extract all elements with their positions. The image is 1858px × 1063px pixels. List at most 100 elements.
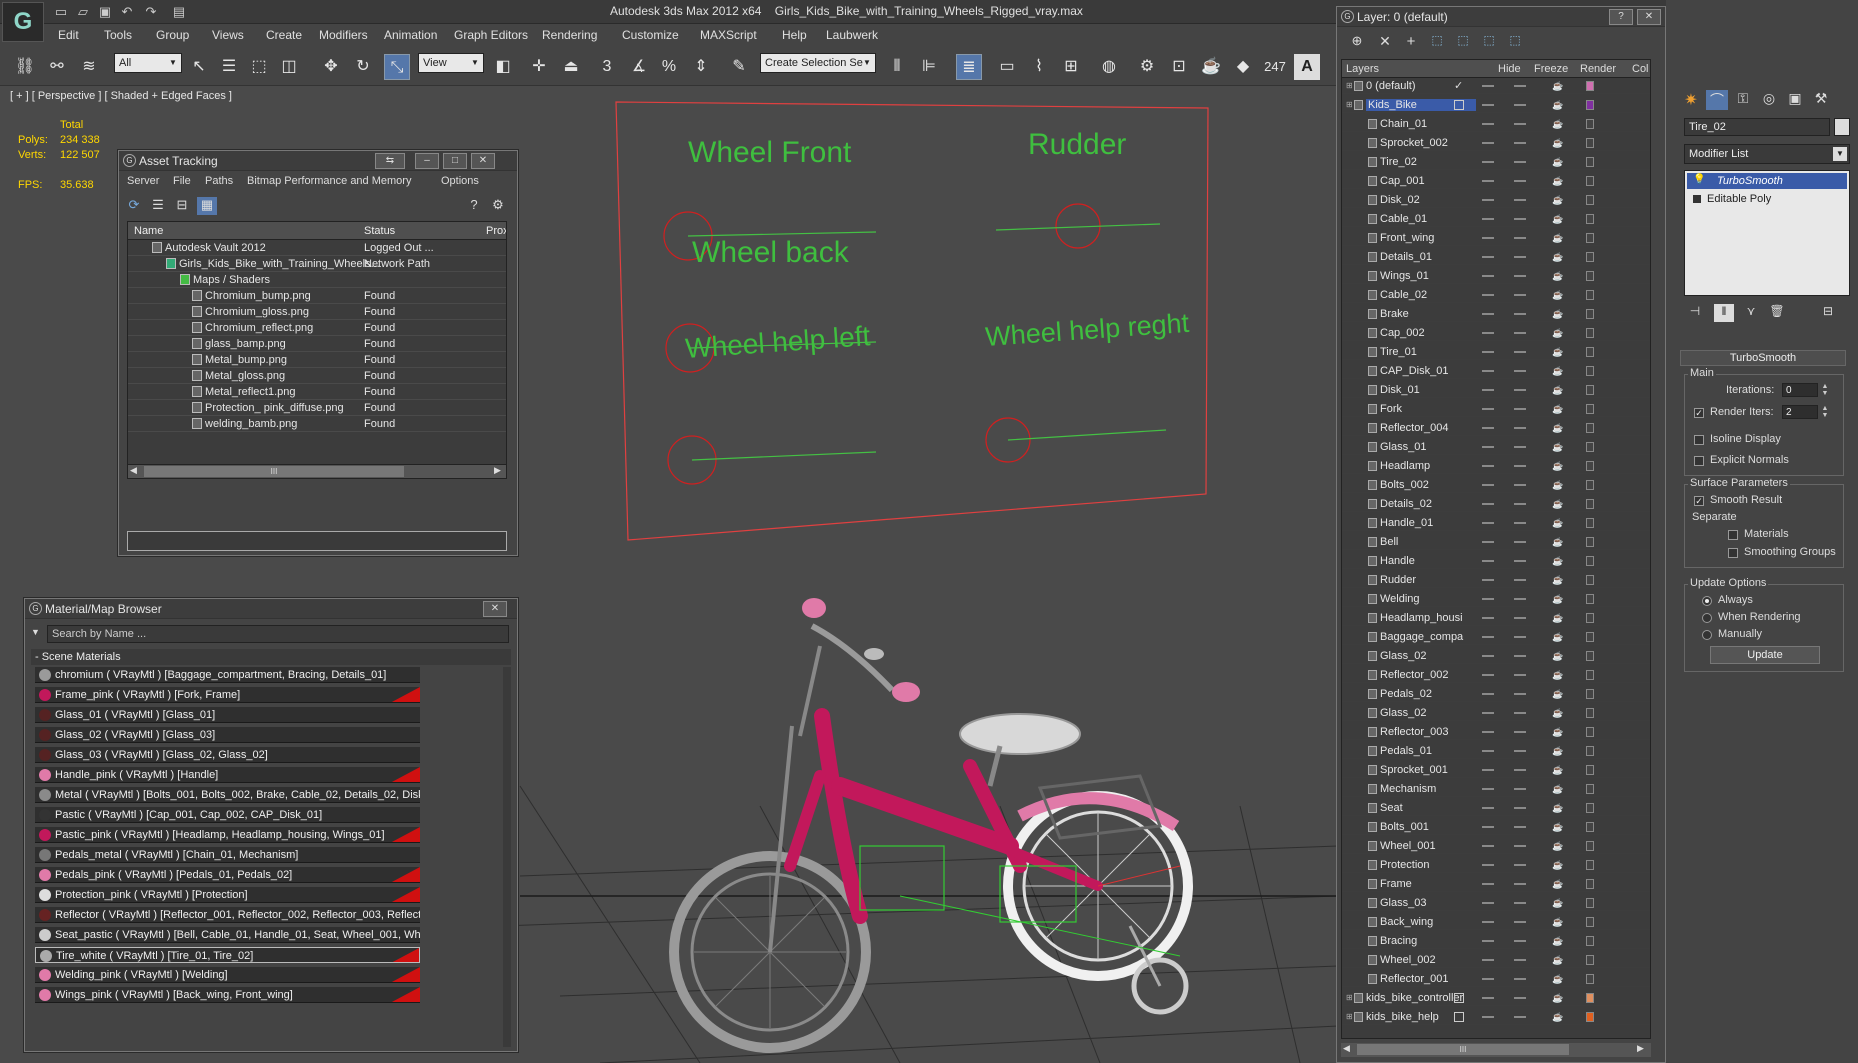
freeze-toggle[interactable] <box>1514 256 1526 258</box>
col-name[interactable]: Name <box>134 225 163 237</box>
rect-selection-icon[interactable]: ⬚ <box>246 54 272 80</box>
render-toggle-icon[interactable]: ☕ <box>1552 119 1564 129</box>
freeze-toggle[interactable] <box>1514 921 1526 923</box>
asset-row[interactable]: Chromium_reflect.png Found <box>128 320 506 336</box>
bind-space-warp-icon[interactable]: ≋ <box>76 54 102 80</box>
layer-row[interactable]: Wheel_002 ☕ <box>1342 952 1650 968</box>
table-view-icon[interactable]: ⊟ <box>173 197 191 215</box>
hide-toggle[interactable] <box>1482 142 1494 144</box>
save-file-icon[interactable]: ▣ <box>96 3 114 21</box>
freeze-toggle[interactable] <box>1514 579 1526 581</box>
asset-row[interactable]: Chromium_gloss.png Found <box>128 304 506 320</box>
close-icon[interactable]: ✕ <box>471 153 495 169</box>
select-highlighted-icon[interactable]: ⬚ <box>1427 33 1447 51</box>
layer-row[interactable]: Mechanism ☕ <box>1342 781 1650 797</box>
layer-row[interactable]: Glass_01 ☕ <box>1342 439 1650 455</box>
select-scale-icon[interactable]: ⤡ <box>384 54 410 80</box>
render-toggle-icon[interactable]: ☕ <box>1552 613 1564 623</box>
hide-toggle[interactable] <box>1482 332 1494 334</box>
material-row[interactable]: Handle_pink ( VRayMtl ) [Handle] <box>35 767 420 783</box>
render-toggle-icon[interactable]: ☕ <box>1552 404 1564 414</box>
spinner-snap-icon[interactable]: ⇕ <box>688 54 714 80</box>
hide-toggle[interactable] <box>1482 446 1494 448</box>
layer-row[interactable]: Rudder ☕ <box>1342 572 1650 588</box>
render-iters-checkbox[interactable]: ✓ <box>1694 408 1704 418</box>
asset-row[interactable]: glass_bamp.png Found <box>128 336 506 352</box>
layer-row[interactable]: Reflector_002 ☕ <box>1342 667 1650 683</box>
hide-toggle[interactable] <box>1482 104 1494 106</box>
render-toggle-icon[interactable]: ☕ <box>1552 176 1564 186</box>
layer-color-swatch[interactable] <box>1586 309 1594 319</box>
asset-row[interactable]: Metal_gloss.png Found <box>128 368 506 384</box>
render-toggle-icon[interactable]: ☕ <box>1552 803 1564 813</box>
material-row[interactable]: Glass_02 ( VRayMtl ) [Glass_03] <box>35 727 420 743</box>
layer-row[interactable]: Protection ☕ <box>1342 857 1650 873</box>
freeze-toggle[interactable] <box>1514 370 1526 372</box>
mirror-icon[interactable]: ⫴ <box>884 54 910 80</box>
layer-color-swatch[interactable] <box>1586 176 1594 186</box>
layer-color-swatch[interactable] <box>1586 955 1594 965</box>
explicit-normals-checkbox[interactable] <box>1694 456 1704 466</box>
hide-toggle[interactable] <box>1482 845 1494 847</box>
render-toggle-icon[interactable]: ☕ <box>1552 195 1564 205</box>
hide-toggle[interactable] <box>1482 522 1494 524</box>
render-toggle-icon[interactable]: ☕ <box>1552 917 1564 927</box>
material-row[interactable]: Protection_pink ( VRayMtl ) [Protection] <box>35 887 420 903</box>
hide-toggle[interactable] <box>1482 237 1494 239</box>
render-toggle-icon[interactable]: ☕ <box>1552 328 1564 338</box>
hide-toggle[interactable] <box>1482 598 1494 600</box>
separate-materials-checkbox[interactable] <box>1728 530 1738 540</box>
snaps-toggle-icon[interactable]: 3 <box>594 54 620 80</box>
render-toggle-icon[interactable]: ☕ <box>1552 879 1564 889</box>
freeze-toggle[interactable] <box>1514 826 1526 828</box>
layer-row[interactable]: Glass_02 ☕ <box>1342 648 1650 664</box>
freeze-toggle[interactable] <box>1514 978 1526 980</box>
layer-color-swatch[interactable] <box>1586 290 1594 300</box>
col-proxy[interactable]: Prox <box>486 225 506 237</box>
layer-color-swatch[interactable] <box>1586 670 1594 680</box>
vray-counter[interactable]: 247 <box>1262 54 1288 80</box>
layer-color-swatch[interactable] <box>1586 537 1594 547</box>
layer-color-swatch[interactable] <box>1586 689 1594 699</box>
cube-icon[interactable]: ◆ <box>1230 54 1256 80</box>
render-toggle-icon[interactable]: ☕ <box>1552 765 1564 775</box>
select-move-icon[interactable]: ✥ <box>318 54 344 80</box>
close-icon[interactable]: ✕ <box>1637 9 1661 25</box>
select-manipulate-icon[interactable]: ✛ <box>526 54 552 80</box>
layer-color-swatch[interactable] <box>1586 993 1594 1003</box>
render-toggle-icon[interactable]: ☕ <box>1552 594 1564 604</box>
menu-rendering[interactable]: Rendering <box>542 28 597 42</box>
hide-toggle[interactable] <box>1482 427 1494 429</box>
delete-layer-icon[interactable]: ✕ <box>1375 33 1395 51</box>
scroll-thumb[interactable]: III <box>1357 1044 1569 1055</box>
layer-row[interactable]: Baggage_compa ☕ <box>1342 629 1650 645</box>
hide-toggle[interactable] <box>1482 978 1494 980</box>
render-toggle-icon[interactable]: ☕ <box>1552 309 1564 319</box>
help-icon[interactable]: ? <box>465 197 483 215</box>
hierarchy-tab-icon[interactable]: ⚿ <box>1732 90 1754 110</box>
layer-row[interactable]: Cap_001 ☕ <box>1342 173 1650 189</box>
layer-row[interactable]: Front_wing ☕ <box>1342 230 1650 246</box>
hide-toggle[interactable] <box>1482 256 1494 258</box>
render-toggle-icon[interactable]: ☕ <box>1552 974 1564 984</box>
layer-row[interactable]: Reflector_004 ☕ <box>1342 420 1650 436</box>
render-toggle-icon[interactable]: ☕ <box>1552 518 1564 528</box>
layer-color-swatch[interactable] <box>1586 841 1594 851</box>
menu-customize[interactable]: Customize <box>622 28 679 42</box>
layer-row[interactable]: Brake ☕ <box>1342 306 1650 322</box>
asset-row[interactable]: Girls_Kids_Bike_with_Training_Wheels... N… <box>128 256 506 272</box>
close-icon[interactable]: ✕ <box>483 601 507 617</box>
scroll-right-icon[interactable]: ▶ <box>494 465 501 476</box>
freeze-toggle[interactable] <box>1514 731 1526 733</box>
hide-unhide-all-icon[interactable]: ⬚ <box>1479 33 1499 51</box>
stack-item-turbosmooth[interactable]: 💡 TurboSmooth <box>1687 173 1847 189</box>
rendered-frame-window-icon[interactable]: ⊡ <box>1166 54 1192 80</box>
render-toggle-icon[interactable]: ☕ <box>1552 461 1564 471</box>
spinner-arrows-icon[interactable]: ▲ ▼ <box>1820 405 1830 419</box>
render-toggle-icon[interactable]: ☕ <box>1552 746 1564 756</box>
update-always-radio[interactable] <box>1702 596 1712 606</box>
edit-named-selection-icon[interactable]: ✎ <box>726 54 752 80</box>
freeze-toggle[interactable] <box>1514 997 1526 999</box>
asset-row[interactable]: Autodesk Vault 2012 Logged Out ... <box>128 240 506 256</box>
layer-row[interactable]: Disk_02 ☕ <box>1342 192 1650 208</box>
